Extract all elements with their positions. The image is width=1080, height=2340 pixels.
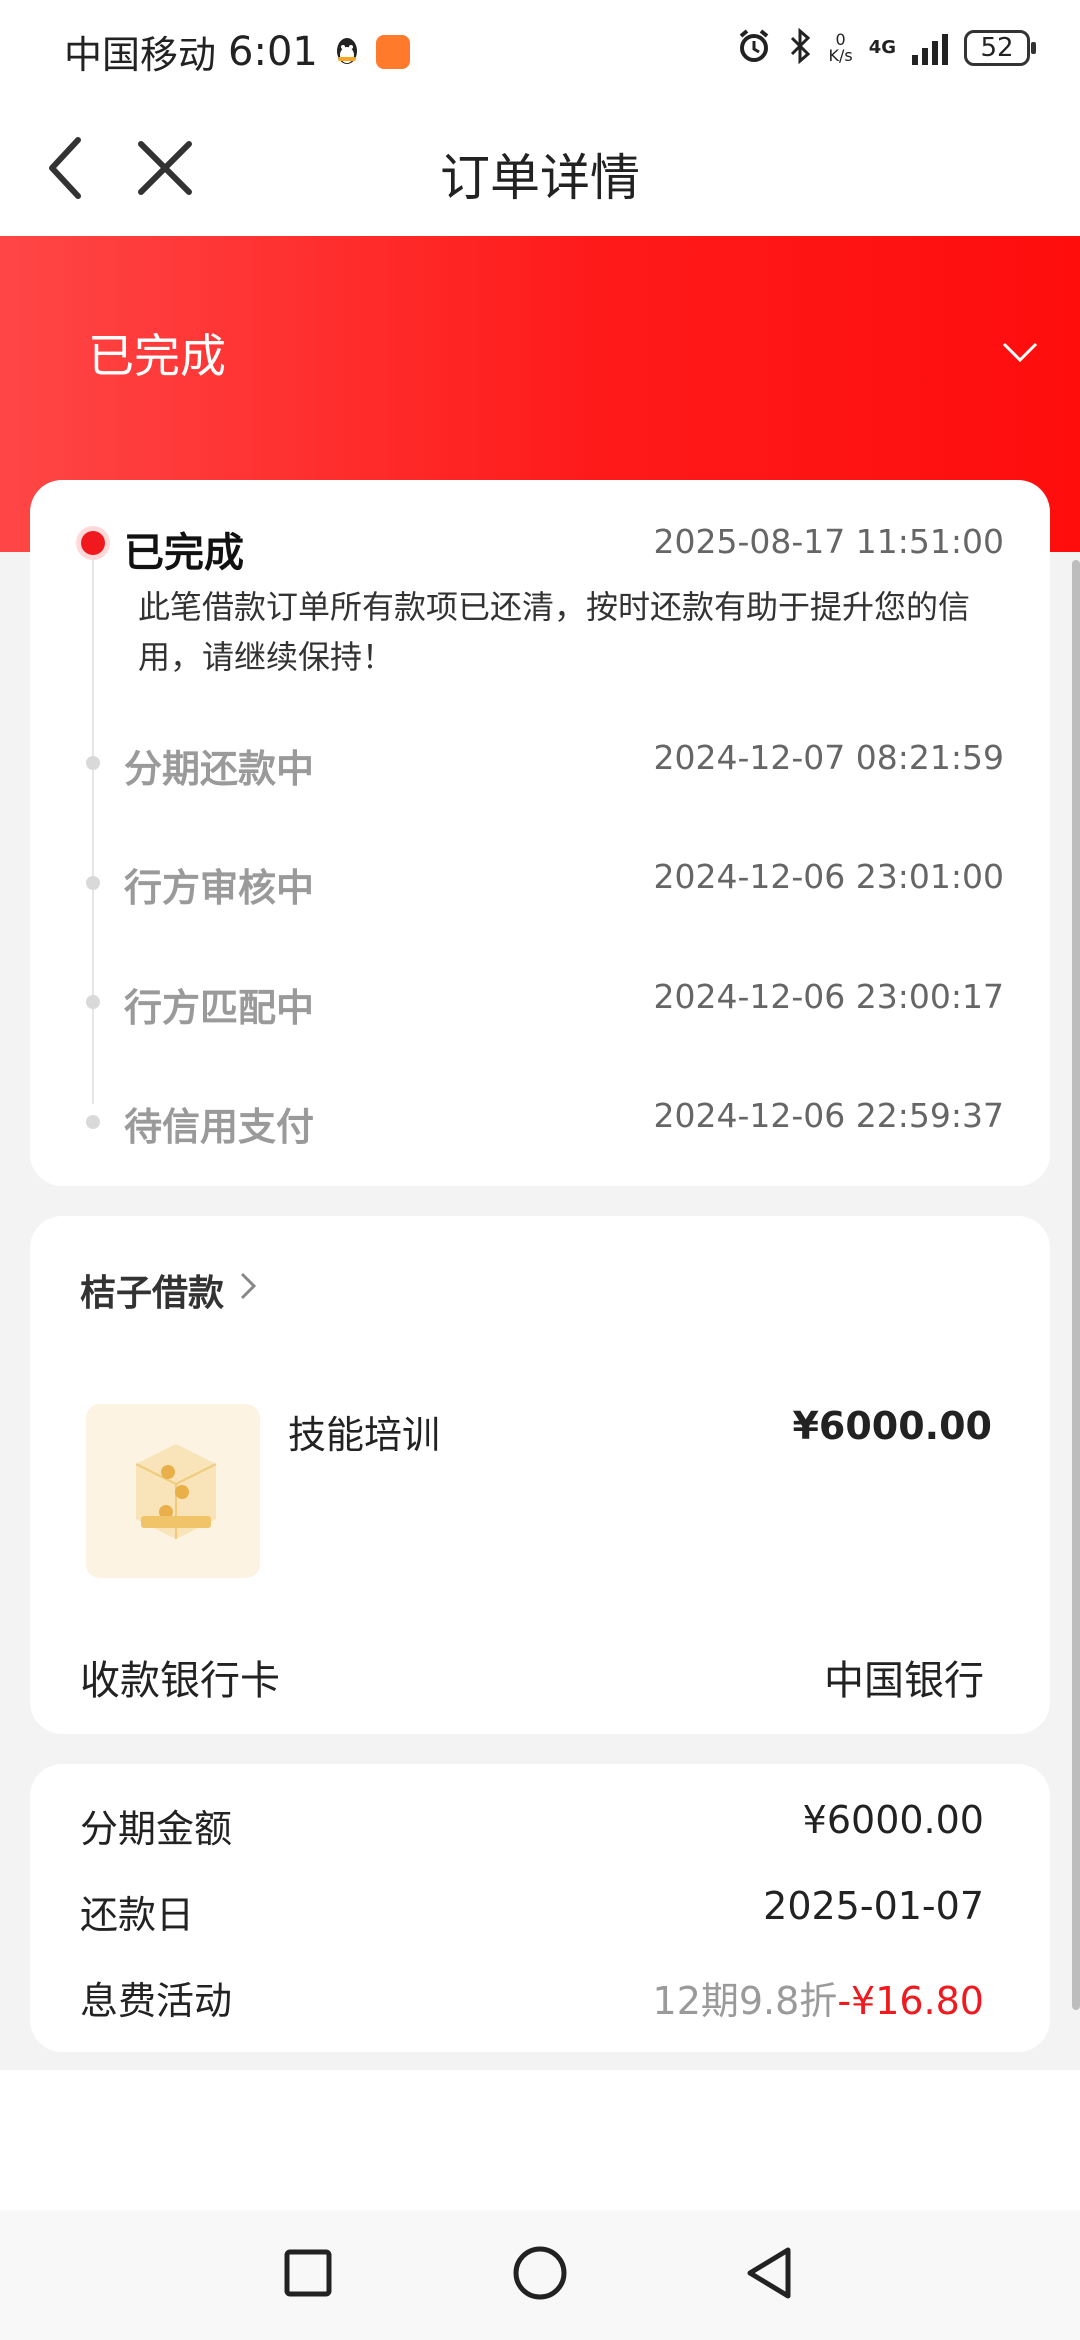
chevron-down-icon[interactable] [1000, 332, 1040, 372]
detail-row: 分期金额 ¥6000.00 [80, 1798, 984, 1853]
timeline-current-label: 已完成 [124, 530, 244, 576]
bank-card-label: 收款银行卡 [80, 1658, 280, 1704]
timeline-active-dot [76, 526, 110, 560]
qq-icon [330, 35, 364, 69]
scrollbar[interactable] [1072, 560, 1080, 2010]
network-speed: 0 K/s [828, 30, 853, 65]
alarm-icon [736, 28, 772, 68]
system-nav-bar [0, 2210, 1080, 2340]
loan-item-thumbnail [86, 1404, 260, 1578]
timeline-step-time: 2024-12-06 22:59:37 [653, 1096, 1004, 1135]
chevron-right-icon [238, 1270, 258, 1311]
back-button[interactable] [736, 2238, 806, 2308]
installment-details-card: 分期金额 ¥6000.00 还款日 2025-01-07 息费活动 12期9.8… [30, 1764, 1050, 2052]
home-button[interactable] [505, 2238, 575, 2308]
recent-apps-button[interactable] [273, 2238, 343, 2308]
detail-label: 分期金额 [80, 1807, 233, 1851]
detail-row: 还款日 2025-01-07 [80, 1884, 984, 1939]
detail-row-promo: 息费活动 12期9.8折-¥16.80 [80, 1970, 984, 2025]
clock: 6:01 [228, 28, 318, 75]
network-type: 4G [868, 37, 896, 58]
detail-value: 2025-01-07 [763, 1884, 984, 1928]
promo-discount: -¥16.80 [837, 1979, 984, 2023]
loan-purpose: 技能培训 [288, 1413, 441, 1457]
carrier-name: 中国移动 [64, 33, 217, 77]
timeline-step-label: 分期还款中 [124, 747, 315, 791]
detail-value: ¥6000.00 [802, 1798, 984, 1842]
detail-label: 还款日 [80, 1893, 195, 1937]
timeline-dot [86, 876, 100, 890]
promo-text: 12期9.8折 [652, 1979, 838, 2023]
signal-icon [912, 31, 948, 65]
promo-label: 息费活动 [80, 1979, 233, 2023]
timeline-step-label: 行方审核中 [124, 866, 315, 910]
loan-provider-link[interactable]: 桔子借款 [80, 1264, 258, 1316]
status-bar: 中国移动 6:01 0 K/s 4G 52 [0, 0, 1080, 100]
loan-amount: ¥6000.00 [792, 1404, 992, 1448]
nav-header: 订单详情 [0, 100, 1080, 236]
timeline-dot [86, 756, 100, 770]
timeline-current-time: 2025-08-17 11:51:00 [653, 522, 1004, 561]
page-title: 订单详情 [440, 149, 640, 207]
order-timeline-card: 已完成 2025-08-17 11:51:00 此笔借款订单所有款项已还清，按时… [30, 480, 1050, 1186]
timeline-dot [86, 995, 100, 1009]
timeline-line [92, 544, 94, 1104]
app-notification-icon [375, 34, 410, 69]
timeline-step-time: 2024-12-06 23:00:17 [653, 977, 1004, 1016]
timeline-dot [86, 1115, 100, 1129]
timeline-current-desc: 此笔借款订单所有款项已还清，按时还款有助于提升您的信用，请继续保持！ [138, 588, 971, 676]
timeline-step-label: 行方匹配中 [124, 986, 315, 1030]
bluetooth-icon [788, 27, 812, 68]
bank-card-value: 中国银行 [824, 1658, 984, 1704]
timeline-step-time: 2024-12-06 23:01:00 [653, 857, 1004, 896]
order-status-title: 已完成 [88, 329, 226, 383]
loan-provider-name: 桔子借款 [80, 1273, 225, 1314]
battery-icon: 52 [964, 30, 1036, 66]
timeline-step-label: 待信用支付 [124, 1105, 315, 1149]
timeline-step-time: 2024-12-07 08:21:59 [653, 738, 1004, 777]
loan-info-card: 桔子借款 技能培训 ¥6000.00 收款银行卡 中国银行 [30, 1216, 1050, 1734]
promo-value: 12期9.8折-¥16.80 [653, 1970, 984, 2025]
